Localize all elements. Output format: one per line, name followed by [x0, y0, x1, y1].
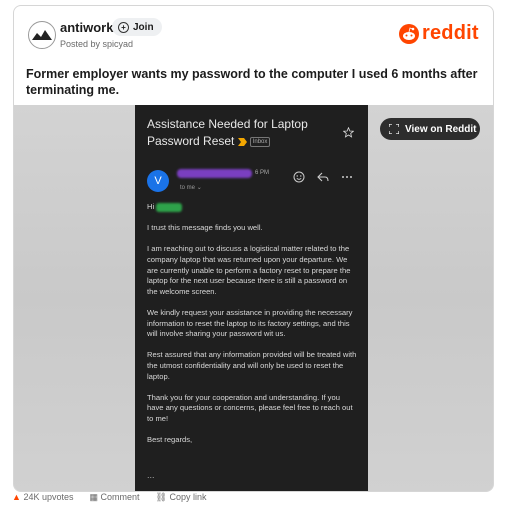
emoji-icon[interactable] — [293, 171, 305, 183]
recipient-line[interactable]: to me ⌄ — [180, 183, 202, 194]
chevron-down-icon: ⌄ — [196, 185, 202, 191]
expand-icon — [389, 124, 399, 134]
reply-icon[interactable] — [317, 171, 329, 183]
email-time: 6 PM — [255, 170, 270, 176]
view-on-reddit-button[interactable]: View on Reddit — [380, 118, 480, 140]
comment-button[interactable]: ▦ Comment — [89, 492, 139, 503]
upvote-icon: ▲ — [12, 492, 21, 502]
post-header: antiwork + Join Posted by spicyad reddit — [14, 6, 493, 56]
posted-by: Posted by spicyad — [60, 39, 134, 49]
post-footer: ▲ 24K upvotes ▦ Comment ⛓ Copy link — [12, 492, 207, 503]
subreddit-name[interactable]: antiwork — [60, 20, 113, 35]
subject-tag: Inbox — [237, 136, 271, 147]
email-subject: Assistance Needed for Laptop Password Re… — [147, 117, 308, 148]
important-marker-icon — [237, 137, 247, 146]
email-signoff: Best regards, — [147, 435, 193, 445]
star-icon[interactable] — [343, 127, 354, 138]
email-greeting: Hi — [147, 202, 357, 213]
reddit-snoo-icon — [399, 23, 419, 44]
email-paragraph: Thank you for your cooperation and under… — [147, 392, 353, 423]
email-body: Hi I trust this message finds you well. … — [147, 202, 357, 456]
comment-icon: ▦ — [89, 492, 98, 502]
upvote-button[interactable]: ▲ 24K upvotes — [12, 492, 73, 503]
redacted-name — [156, 202, 183, 212]
link-icon: ⛓ — [155, 492, 167, 502]
email-paragraph: Rest assured that any information provid… — [147, 350, 357, 381]
view-on-reddit-label: View on Reddit — [405, 123, 477, 135]
redacted-sender — [177, 169, 252, 178]
email-actions — [293, 171, 353, 183]
sender-avatar: V — [147, 170, 169, 192]
join-label: Join — [133, 21, 154, 33]
show-trimmed-content[interactable]: ... — [147, 470, 155, 481]
brand-wordmark: reddit — [422, 22, 479, 44]
post-media[interactable]: Assistance Needed for Laptop Password Re… — [14, 105, 493, 491]
join-button[interactable]: + Join — [112, 18, 162, 36]
subreddit-avatar[interactable] — [28, 21, 56, 49]
post-card: antiwork + Join Posted by spicyad reddit… — [13, 5, 494, 492]
more-options-icon[interactable] — [341, 171, 353, 183]
email-paragraph: I am reaching out to discuss a logistica… — [147, 244, 351, 296]
subreddit-icon — [32, 30, 52, 40]
reddit-logo[interactable]: reddit — [399, 22, 479, 45]
email-paragraph: We kindly request your assistance in pro… — [147, 307, 353, 339]
email-paragraph: I trust this message finds you well. — [147, 223, 263, 233]
email-screenshot: Assistance Needed for Laptop Password Re… — [135, 105, 368, 491]
inbox-label: Inbox — [249, 136, 271, 147]
plus-icon: + — [118, 21, 129, 33]
copy-link-button[interactable]: ⛓ Copy link — [156, 492, 207, 503]
post-title[interactable]: Former employer wants my password to the… — [26, 66, 486, 98]
